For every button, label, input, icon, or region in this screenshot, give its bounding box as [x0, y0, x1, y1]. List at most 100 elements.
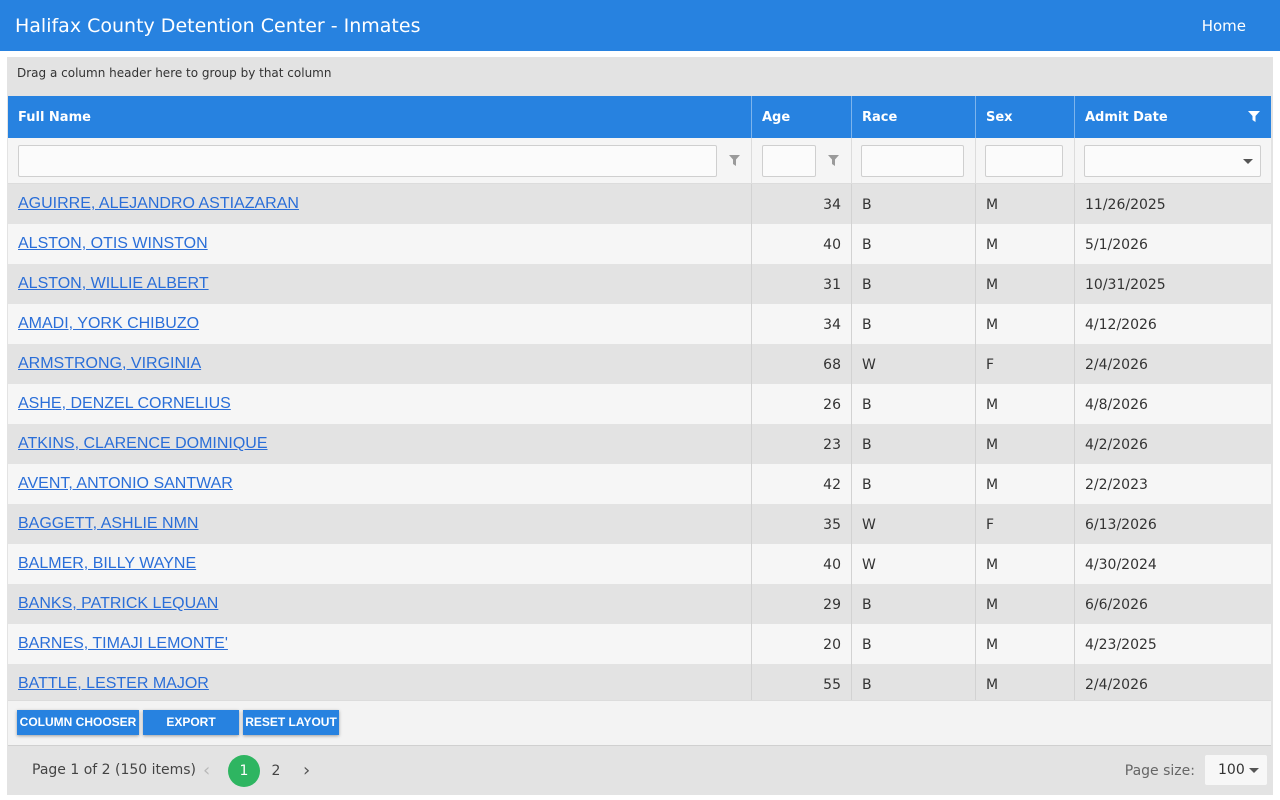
inmate-name-link[interactable]: BANKS, PATRICK LEQUAN: [8, 584, 751, 624]
admit-date-cell: 6/13/2026: [1074, 504, 1271, 544]
table-row: AVENT, ANTONIO SANTWAR 42 B M 2/2/2023: [8, 464, 1271, 504]
sex-cell: M: [975, 624, 1074, 664]
next-page-icon[interactable]: ›: [303, 760, 310, 781]
admit-date-cell: 2/2/2023: [1074, 464, 1271, 504]
admit-date-cell: 4/23/2025: [1074, 624, 1271, 664]
race-cell: B: [851, 584, 975, 624]
age-cell: 55: [751, 664, 851, 700]
group-panel[interactable]: Drag a column header here to group by th…: [7, 57, 1273, 96]
filter-icon[interactable]: [828, 155, 839, 166]
admit-date-cell: 11/26/2025: [1074, 184, 1271, 224]
prev-page-icon[interactable]: ‹: [203, 760, 210, 781]
top-navbar: Halifax County Detention Center - Inmate…: [0, 0, 1280, 51]
export-button[interactable]: EXPORT: [143, 710, 239, 735]
page-button-1[interactable]: 1: [228, 755, 260, 787]
admit-date-cell: 4/2/2026: [1074, 424, 1271, 464]
filter-cell-age: [751, 138, 851, 184]
page-size-select[interactable]: 100: [1205, 755, 1267, 785]
full-name-filter-input[interactable]: [18, 145, 717, 177]
table-row: ASHE, DENZEL CORNELIUS 26 B M 4/8/2026: [8, 384, 1271, 424]
sex-cell: F: [975, 504, 1074, 544]
age-cell: 68: [751, 344, 851, 384]
inmates-grid: Drag a column header here to group by th…: [7, 57, 1273, 795]
race-cell: B: [851, 304, 975, 344]
race-cell: B: [851, 184, 975, 224]
filter-cell-full-name: [8, 138, 751, 184]
pager-info: Page 1 of 2 (150 items): [32, 762, 197, 778]
inmate-name-link[interactable]: ALSTON, OTIS WINSTON: [8, 224, 751, 264]
age-cell: 40: [751, 224, 851, 264]
filter-icon[interactable]: [1248, 111, 1260, 122]
race-cell: W: [851, 544, 975, 584]
age-cell: 31: [751, 264, 851, 304]
race-filter-input[interactable]: [861, 145, 964, 177]
table-row: BANKS, PATRICK LEQUAN 29 B M 6/6/2026: [8, 584, 1271, 624]
sex-cell: M: [975, 304, 1074, 344]
table-row: ATKINS, CLARENCE DOMINIQUE 23 B M 4/2/20…: [8, 424, 1271, 464]
pager: Page 1 of 2 (150 items) ‹ 1 2 › Page siz…: [8, 745, 1271, 795]
sex-cell: M: [975, 544, 1074, 584]
home-link[interactable]: Home: [1202, 17, 1246, 35]
column-header-age[interactable]: Age: [751, 96, 851, 138]
grid-body: AGUIRRE, ALEJANDRO ASTIAZARAN 34 B M 11/…: [8, 184, 1271, 700]
sex-filter-input[interactable]: [985, 145, 1063, 177]
inmate-name-link[interactable]: ASHE, DENZEL CORNELIUS: [8, 384, 751, 424]
table-row: BAGGETT, ASHLIE NMN 35 W F 6/13/2026: [8, 504, 1271, 544]
inmate-name-link[interactable]: AGUIRRE, ALEJANDRO ASTIAZARAN: [8, 184, 751, 224]
admit-date-cell: 2/4/2026: [1074, 344, 1271, 384]
inmate-name-link[interactable]: AVENT, ANTONIO SANTWAR: [8, 464, 751, 504]
race-cell: B: [851, 424, 975, 464]
group-panel-hint: Drag a column header here to group by th…: [17, 66, 332, 80]
sex-cell: F: [975, 344, 1074, 384]
inmate-name-link[interactable]: BATTLE, LESTER MAJOR: [8, 664, 751, 700]
race-cell: B: [851, 224, 975, 264]
age-cell: 40: [751, 544, 851, 584]
admit-date-cell: 4/30/2024: [1074, 544, 1271, 584]
race-cell: B: [851, 664, 975, 700]
filter-row: [8, 138, 1271, 184]
page-size-value: 100: [1218, 762, 1245, 778]
race-cell: B: [851, 384, 975, 424]
inmate-name-link[interactable]: BARNES, TIMAJI LEMONTE': [8, 624, 751, 664]
column-header-race[interactable]: Race: [851, 96, 975, 138]
filter-icon[interactable]: [729, 155, 740, 166]
race-cell: W: [851, 504, 975, 544]
admit-date-cell: 4/8/2026: [1074, 384, 1271, 424]
chevron-down-icon: [1249, 768, 1259, 773]
table-row: ALSTON, OTIS WINSTON 40 B M 5/1/2026: [8, 224, 1271, 264]
chevron-down-icon: [1243, 159, 1253, 164]
sex-cell: M: [975, 184, 1074, 224]
sex-cell: M: [975, 264, 1074, 304]
admit-date-cell: 2/4/2026: [1074, 664, 1271, 700]
filter-cell-sex: [975, 138, 1074, 184]
sex-cell: M: [975, 224, 1074, 264]
age-cell: 42: [751, 464, 851, 504]
inmate-name-link[interactable]: ATKINS, CLARENCE DOMINIQUE: [8, 424, 751, 464]
admit-date-filter-dropdown[interactable]: [1084, 145, 1261, 177]
admit-date-cell: 10/31/2025: [1074, 264, 1271, 304]
table-row: BALMER, BILLY WAYNE 40 W M 4/30/2024: [8, 544, 1271, 584]
age-filter-input[interactable]: [762, 145, 816, 177]
reset-layout-button[interactable]: RESET LAYOUT: [243, 710, 339, 735]
table-row: ARMSTRONG, VIRGINIA 68 W F 2/4/2026: [8, 344, 1271, 384]
age-cell: 35: [751, 504, 851, 544]
sex-cell: M: [975, 424, 1074, 464]
page-button-2[interactable]: 2: [260, 755, 292, 787]
column-header-admit-date-label: Admit Date: [1085, 110, 1168, 125]
column-header-admit-date[interactable]: Admit Date: [1074, 96, 1271, 138]
admit-date-cell: 6/6/2026: [1074, 584, 1271, 624]
inmate-name-link[interactable]: ARMSTRONG, VIRGINIA: [8, 344, 751, 384]
age-cell: 34: [751, 304, 851, 344]
inmate-name-link[interactable]: ALSTON, WILLIE ALBERT: [8, 264, 751, 304]
inmate-name-link[interactable]: AMADI, YORK CHIBUZO: [8, 304, 751, 344]
inmate-name-link[interactable]: BAGGETT, ASHLIE NMN: [8, 504, 751, 544]
inmate-name-link[interactable]: BALMER, BILLY WAYNE: [8, 544, 751, 584]
column-header-full-name[interactable]: Full Name: [8, 96, 751, 138]
age-cell: 20: [751, 624, 851, 664]
sex-cell: M: [975, 464, 1074, 504]
table-row: AGUIRRE, ALEJANDRO ASTIAZARAN 34 B M 11/…: [8, 184, 1271, 224]
column-chooser-button[interactable]: COLUMN CHOOSER: [17, 710, 139, 735]
admit-date-cell: 5/1/2026: [1074, 224, 1271, 264]
column-header-sex[interactable]: Sex: [975, 96, 1074, 138]
age-cell: 23: [751, 424, 851, 464]
